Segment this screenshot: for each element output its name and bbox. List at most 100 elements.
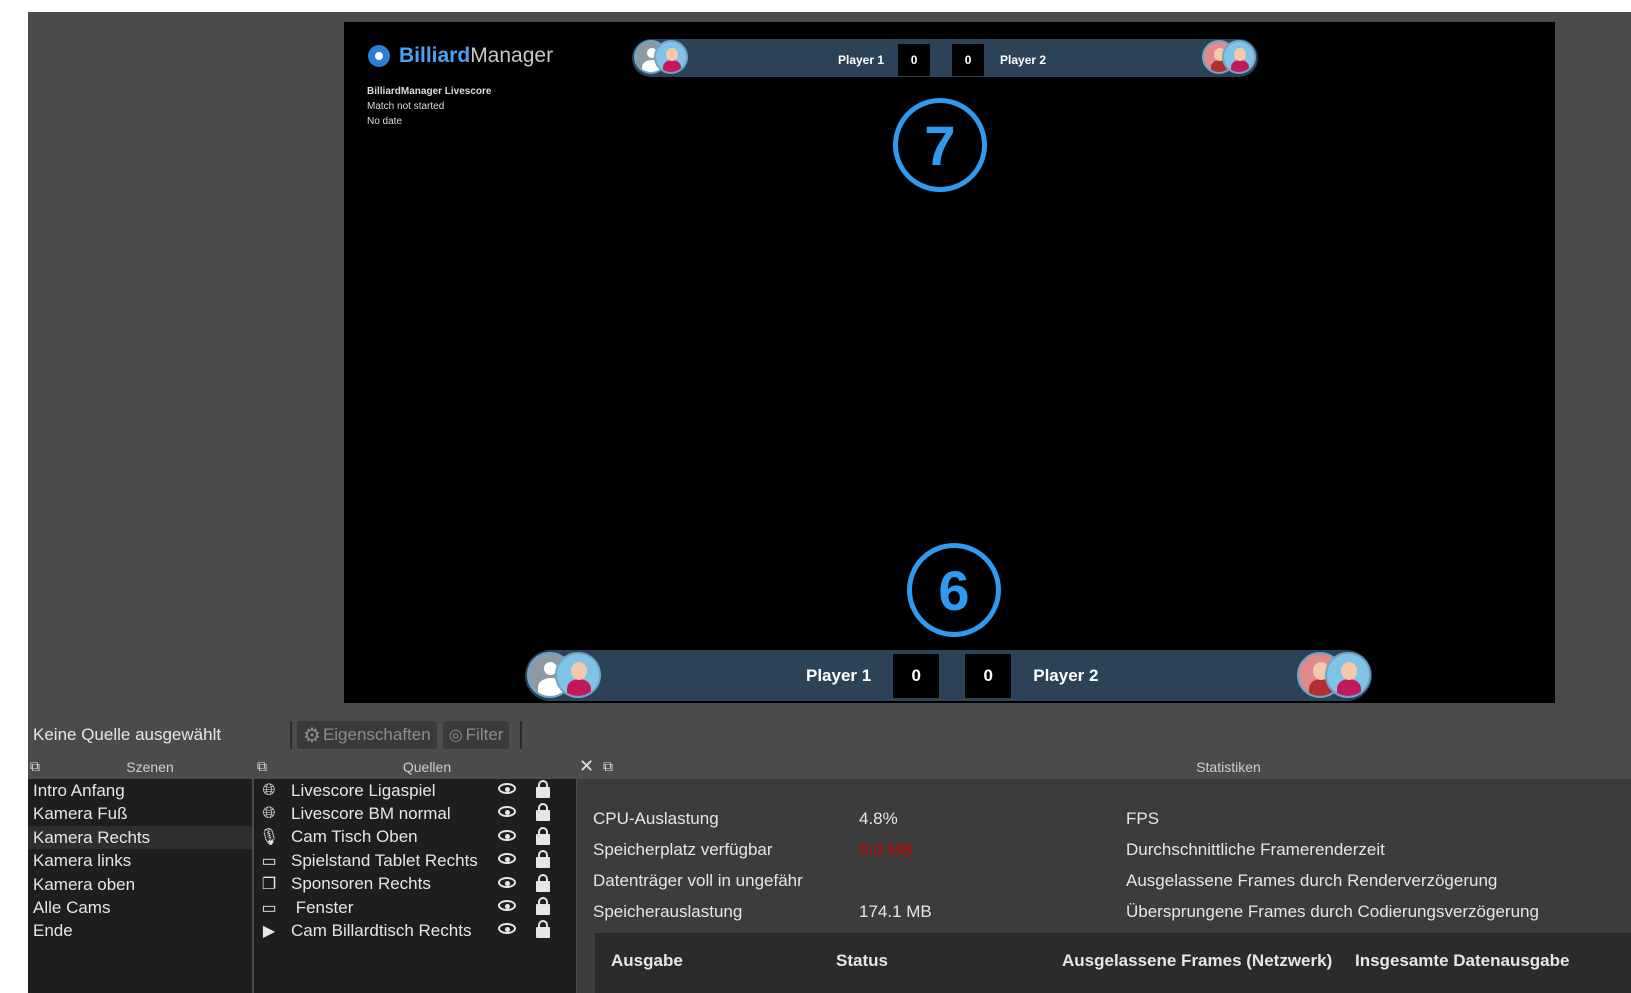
scoreboard-top: Player 1 0 0 Player 2 (632, 39, 1258, 77)
col-status: Status (836, 951, 888, 970)
disk-value: 0.0 MB (859, 840, 913, 859)
scenes-list: Intro Anfang Kamera Fuß Kamera Rechts Ka… (28, 779, 252, 993)
player-avatar-icon (1325, 652, 1371, 698)
source-item[interactable]: ▭ Spielstand Tablet Rechts (254, 849, 576, 872)
preview-canvas[interactable]: Billiard Manager BilliardManager Livescor… (344, 22, 1555, 703)
source-name: Cam Billardtisch Rechts (291, 921, 472, 941)
info-status: Match not started (367, 101, 445, 112)
brand-bold: Billiard (399, 44, 471, 67)
col-dropped-net: Ausgelassene Frames (Netzwerk) (1062, 951, 1333, 970)
eye-icon[interactable] (498, 899, 516, 911)
render-time-label: Durchschnittliche Framerenderzeit (1126, 840, 1385, 859)
window-icon: ▭ (261, 852, 277, 870)
lock-icon[interactable] (536, 803, 550, 822)
lock-icon[interactable] (536, 920, 550, 939)
player1-name: Player 1 (806, 666, 872, 685)
microphone-icon: 🎙︎ (258, 829, 280, 847)
player1-score: 0 (898, 44, 931, 76)
billiard-logo-icon (368, 45, 390, 67)
scene-item-selected[interactable]: Kamera Rechts (28, 825, 252, 850)
play-icon: ▶ (262, 923, 276, 941)
player-avatar-icon (555, 652, 601, 698)
match-info: BilliardManager Livescore Match not star… (367, 84, 492, 129)
player2-avatars (1297, 652, 1371, 698)
source-item[interactable]: 🌐︎ Livescore Ligaspiel (254, 779, 576, 802)
eye-icon[interactable] (498, 923, 516, 935)
scene-item[interactable]: Kamera Fuß (28, 802, 252, 825)
scene-item[interactable]: Alle Cams (28, 896, 252, 919)
scene-item[interactable]: Intro Anfang (28, 779, 252, 802)
memory-label: Speicherauslastung (593, 902, 743, 921)
source-name: Spielstand Tablet Rechts (291, 850, 478, 870)
source-name: Sponsoren Rechts (291, 874, 431, 894)
filter-button[interactable]: ◎ Filter (442, 721, 510, 749)
info-title: BilliardManager Livescore (367, 86, 492, 97)
eye-icon[interactable] (498, 853, 516, 865)
info-date: No date (367, 116, 403, 127)
cpu-value: 4.8% (859, 809, 898, 828)
scene-item[interactable]: Kamera links (28, 849, 252, 872)
brand-logo: Billiard Manager (368, 44, 553, 68)
player-avatar-icon (1222, 40, 1256, 74)
sources-header: Quellen (402, 759, 452, 775)
source-name: Livescore BM normal (291, 804, 451, 824)
source-item[interactable]: 🌐︎ Livescore BM normal (254, 802, 576, 825)
source-item[interactable]: ❐ Sponsoren Rechts (254, 873, 576, 896)
obs-main-window: Billiard Manager BilliardManager Livescor… (28, 12, 1631, 993)
player1-name: Player 1 (838, 53, 885, 67)
eye-icon[interactable] (498, 876, 516, 888)
player1-score: 0 (893, 654, 940, 698)
player2-name: Player 2 (1033, 666, 1099, 685)
source-name: Cam Tisch Oben (291, 827, 418, 847)
eye-icon[interactable] (498, 806, 516, 818)
scene-item[interactable]: Kamera oben (28, 873, 252, 896)
context-toolbar: Keine Quelle ausgewählt ⚙ Eigenschaften … (28, 717, 1631, 753)
window-icon: ▭ (261, 899, 277, 917)
score-row-bottom: Player 1 0 0 Player 2 (806, 654, 1098, 698)
source-item[interactable]: 🎙︎ Cam Tisch Oben (254, 826, 576, 849)
filter-label: Filter (465, 725, 504, 744)
properties-label: Eigenschaften (322, 725, 431, 744)
scenes-header: Szenen (126, 759, 174, 775)
player2-score: 0 (965, 654, 1012, 698)
col-total-output: Insgesamte Datenausgabe (1355, 951, 1570, 970)
dropped-render-label: Ausgelassene Frames durch Renderverzöger… (1126, 871, 1498, 890)
memory-value: 174.1 MB (859, 902, 932, 921)
player1-avatars (634, 40, 688, 74)
output-table: Ausgabe Status Ausgelassene Frames (Netz… (595, 933, 1631, 993)
source-name: Livescore Ligaspiel (291, 780, 436, 800)
no-source-label: Keine Quelle ausgewählt (33, 725, 222, 744)
player1-avatars (527, 652, 601, 698)
source-name: Fenster (291, 897, 354, 917)
score-row-top: Player 1 0 0 Player 2 (838, 44, 1046, 76)
properties-button[interactable]: ⚙ Eigenschaften (297, 721, 437, 749)
scoreboard-bottom: Player 1 0 0 Player 2 (525, 650, 1372, 701)
toolbar-divider (520, 721, 523, 749)
player2-name: Player 2 (1000, 53, 1047, 67)
annotation-marker-7: 7 (893, 98, 987, 192)
player-avatar-icon (654, 40, 688, 74)
fps-label: FPS (1126, 809, 1160, 828)
player2-score: 0 (952, 44, 985, 76)
lock-icon[interactable] (536, 826, 550, 845)
disk-full-label: Datenträger voll in ungefähr (593, 871, 803, 890)
annotation-marker-6: 6 (907, 543, 1001, 637)
col-output: Ausgabe (611, 951, 683, 970)
gear-icon: ⚙ (303, 724, 321, 747)
source-item[interactable]: ▶ Cam Billardtisch Rechts (254, 919, 576, 942)
stats-header: Statistiken (1196, 759, 1261, 775)
scene-item[interactable]: Ende (28, 919, 252, 942)
images-icon: ❐ (261, 876, 277, 894)
statistics-panel: CPU-Auslastung 4.8% Speicherplatz verfüg… (577, 779, 1631, 993)
skipped-encode-label: Übersprungene Frames durch Codierungsver… (1126, 902, 1539, 921)
eye-icon[interactable] (498, 829, 516, 841)
disk-label: Speicherplatz verfügbar (593, 840, 773, 859)
eye-icon[interactable] (498, 783, 516, 794)
globe-icon: 🌐︎ (262, 781, 276, 799)
lock-icon[interactable] (536, 780, 550, 798)
lock-icon[interactable] (536, 896, 550, 915)
toolbar-divider (290, 721, 292, 749)
source-item[interactable]: ▭ Fenster (254, 896, 576, 919)
lock-icon[interactable] (536, 850, 550, 869)
lock-icon[interactable] (536, 873, 550, 892)
